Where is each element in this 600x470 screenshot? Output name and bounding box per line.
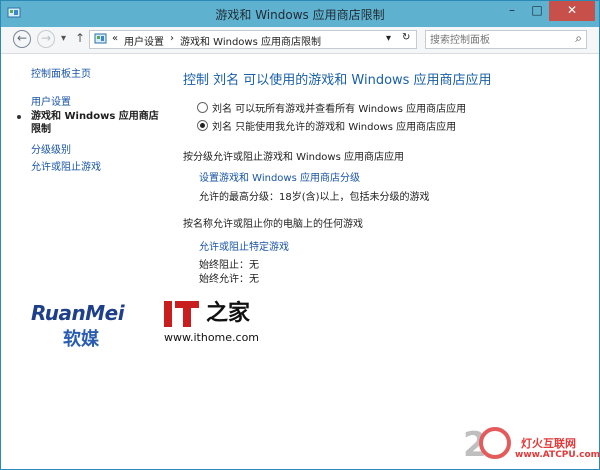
back-button[interactable]: ← <box>13 30 31 48</box>
atcpu-watermark-text: 灯火互联网 <box>521 437 576 450</box>
title-bar: 游戏和 Windows 应用商店限制 – □ ✕ <box>1 1 599 27</box>
option-all-games-label: 刘名 可以玩所有游戏并查看所有 Windows 应用商店应用 <box>212 104 467 115</box>
set-ratings-link[interactable]: 设置游戏和 Windows 应用商店分级 <box>199 169 360 184</box>
ithome-it-icon: 之家 <box>164 301 259 327</box>
always-allowed-info: 始终允许：无 <box>199 274 259 285</box>
rating-section-heading: 按分级允许或阻止游戏和 Windows 应用商店应用 <box>183 152 404 163</box>
search-icon[interactable]: ⌕ <box>575 31 582 46</box>
max-rating-info: 允许的最高分级：18岁(含)以上，包括未分级的游戏 <box>199 192 430 203</box>
sidebar-item-user-settings[interactable]: 用户设置 <box>31 93 71 108</box>
sidebar: 控制面板主页 用户设置 游戏和 Windows 应用商店限制 分级级别 允许或阻… <box>1 53 161 469</box>
name-section-heading: 按名称允许或阻止你的电脑上的任何游戏 <box>183 219 363 230</box>
breadcrumb-game-store-limits[interactable]: 游戏和 Windows 应用商店限制 <box>180 33 321 48</box>
radio-button-allowed-only[interactable] <box>197 120 208 131</box>
ruanmei-logo-chinese: 软媒 <box>63 329 99 350</box>
option-allowed-only-label: 刘名 只能使用我允许的游戏和 Windows 应用商店应用 <box>212 122 457 133</box>
ruanmei-logo-text: RuanMei <box>31 301 125 325</box>
forward-button[interactable]: → <box>37 30 55 48</box>
up-button[interactable]: ↑ <box>75 31 85 45</box>
breadcrumb-user-settings[interactable]: 用户设置 <box>124 33 164 48</box>
always-blocked-info: 始终阻止：无 <box>199 260 259 271</box>
search-input[interactable] <box>428 32 570 48</box>
sidebar-item-game-store-limits: 游戏和 Windows 应用商店限制 <box>31 111 159 135</box>
current-page-bullet-icon <box>17 115 21 119</box>
radio-button-all-games[interactable] <box>197 102 208 113</box>
ithome-watermark-logo: 之家 www.ithome.com <box>164 301 259 344</box>
sidebar-item-rating-levels[interactable]: 分级级别 <box>31 141 71 156</box>
search-box[interactable]: ⌕ <box>425 30 587 49</box>
address-dropdown-icon[interactable]: ▾ <box>386 33 391 44</box>
control-panel-window: 游戏和 Windows 应用商店限制 – □ ✕ ← → ▾ ↑ « 用户设置 … <box>0 0 600 470</box>
breadcrumb-separator-icon: › <box>170 33 174 44</box>
sidebar-control-panel-home[interactable]: 控制面板主页 <box>31 65 91 80</box>
option-all-games[interactable]: 刘名 可以玩所有游戏并查看所有 Windows 应用商店应用 <box>197 100 466 115</box>
ithome-logo-chinese: 之家 <box>206 301 251 326</box>
close-button[interactable]: ✕ <box>549 1 595 21</box>
recent-locations-icon[interactable]: ▾ <box>61 33 66 44</box>
sidebar-item-allow-block-games[interactable]: 允许或阻止游戏 <box>31 158 101 173</box>
maximize-button[interactable]: □ <box>525 1 549 21</box>
ruanmei-watermark-logo: RuanMei 软媒 <box>31 301 125 351</box>
minimize-button[interactable]: – <box>499 1 525 21</box>
address-bar[interactable]: « 用户设置 › 游戏和 Windows 应用商店限制 ▾ ↻ <box>89 30 417 49</box>
ithome-url-text: www.ithome.com <box>164 331 260 344</box>
allow-block-specific-games-link[interactable]: 允许或阻止特定游戏 <box>199 238 289 253</box>
navigation-bar: ← → ▾ ↑ « 用户设置 › 游戏和 Windows 应用商店限制 ▾ ↻ … <box>1 27 599 54</box>
control-panel-icon <box>94 33 107 44</box>
address-prefix-icon[interactable]: « <box>112 33 118 44</box>
atcpu-logo-icon <box>479 427 511 459</box>
option-allowed-games-only[interactable]: 刘名 只能使用我允许的游戏和 Windows 应用商店应用 <box>197 118 456 133</box>
refresh-icon[interactable]: ↻ <box>402 32 410 43</box>
page-title: 控制 刘名 可以使用的游戏和 Windows 应用商店应用 <box>183 73 492 88</box>
atcpu-watermark-url: www.ATCPU.com <box>515 450 600 460</box>
